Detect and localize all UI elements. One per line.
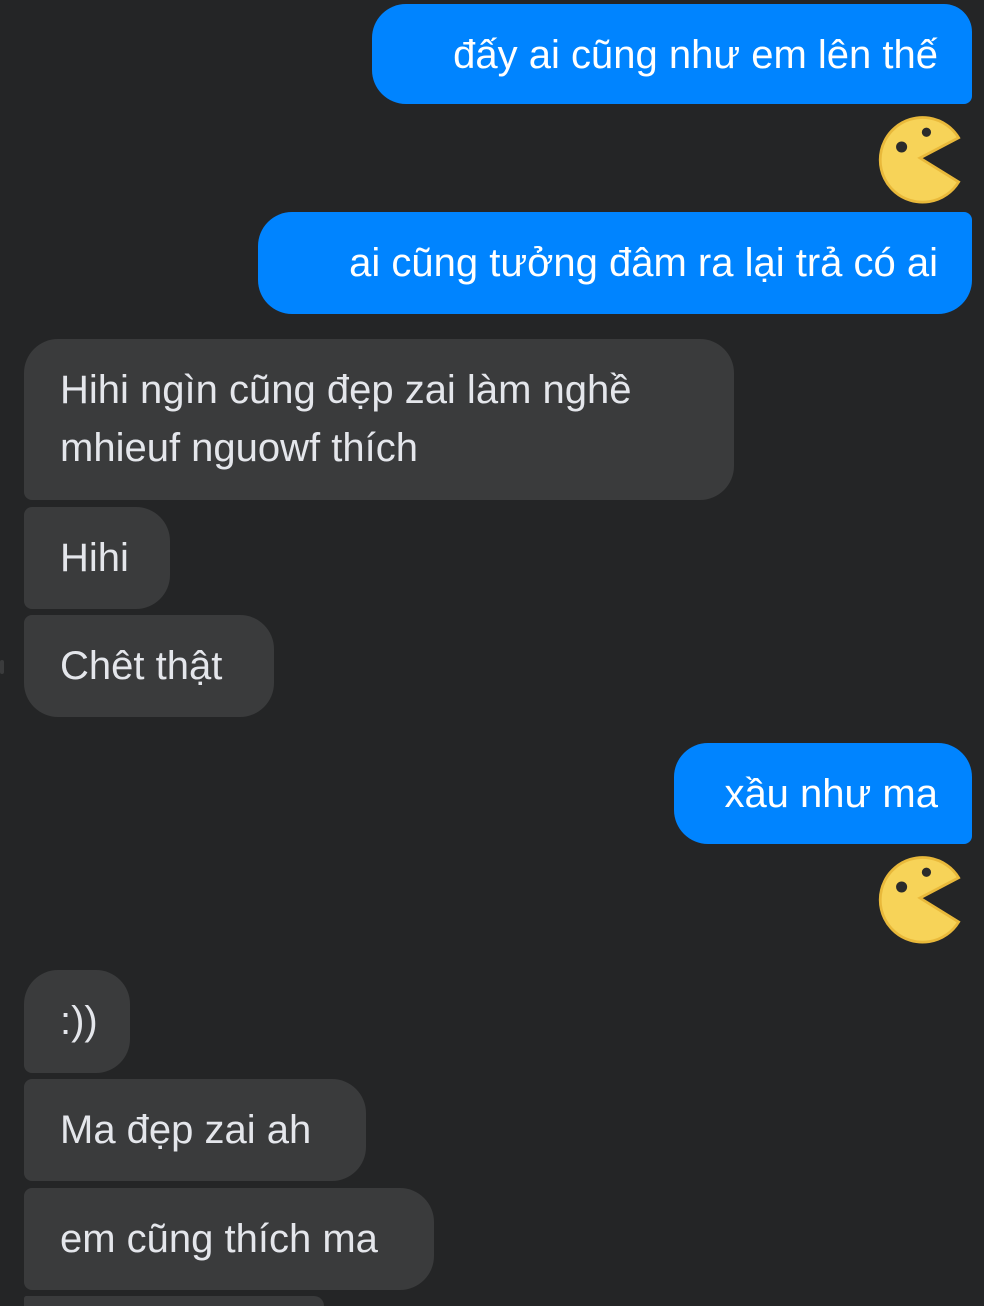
incoming-message[interactable]: :))	[24, 970, 130, 1073]
message-text: ai cũng tưởng đâm ra lại trả có ai	[349, 241, 938, 285]
message-text-line: Hihi ngìn cũng đẹp zai làm nghề	[60, 368, 632, 412]
incoming-message-partial[interactable]	[24, 1296, 324, 1306]
incoming-message[interactable]: Hihi	[24, 507, 170, 609]
message-text: Ma đẹp zai ah	[60, 1108, 312, 1152]
message-text: :))	[60, 999, 98, 1043]
chat-thread: đấy ai cũng như em lên thế ai cũng tưởng…	[0, 0, 984, 1306]
pacman-body	[878, 856, 961, 944]
incoming-message[interactable]: Hihi ngìn cũng đẹp zai làm nghề mhieuf n…	[24, 339, 734, 500]
incoming-message[interactable]: Ma đẹp zai ah	[24, 1079, 366, 1181]
incoming-message[interactable]: em cũng thích ma	[24, 1188, 434, 1290]
outgoing-message[interactable]: ai cũng tưởng đâm ra lại trả có ai	[258, 212, 972, 314]
incoming-message[interactable]: Chêt thật	[24, 615, 274, 717]
outgoing-message[interactable]: đấy ai cũng như em lên thế	[372, 4, 972, 104]
pacman-sticker-icon[interactable]	[874, 852, 966, 944]
message-text: xầu như ma	[724, 772, 938, 816]
pacman-eye	[921, 867, 932, 877]
pacman-eye	[896, 141, 908, 153]
message-text: đấy ai cũng như em lên thế	[453, 33, 938, 77]
pacman-sticker-icon[interactable]	[874, 112, 966, 204]
pacman-eye	[896, 881, 908, 893]
pacman-eye	[921, 127, 932, 137]
message-text: Chêt thật	[60, 644, 223, 688]
message-text: Hihi	[60, 536, 129, 580]
outgoing-message[interactable]: xầu như ma	[674, 743, 972, 844]
message-text-line: mhieuf nguowf thích	[60, 426, 418, 470]
avatar-edge	[0, 660, 4, 674]
pacman-body	[878, 116, 961, 204]
message-text: em cũng thích ma	[60, 1217, 378, 1261]
